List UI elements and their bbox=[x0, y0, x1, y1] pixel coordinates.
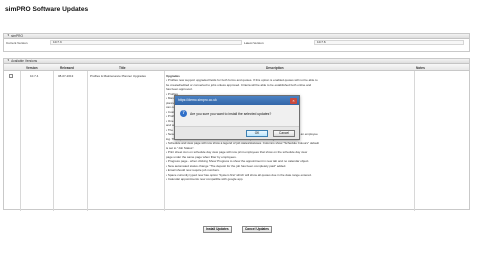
page-title: simPRO Software Updates bbox=[5, 6, 89, 13]
update-released: 08-07-2013 bbox=[58, 74, 74, 78]
available-versions-header-label: Available Versions bbox=[11, 58, 38, 63]
column-header-title[interactable]: Title bbox=[119, 66, 126, 70]
current-version-label: Current Version bbox=[6, 40, 28, 45]
dialog-title-bar[interactable]: https://demo.simpro.co.uk × bbox=[175, 96, 299, 105]
dialog-message: Are you sure you want to install the sel… bbox=[190, 111, 272, 116]
table-row: 10.7.4 08-07-2013 Profiles & Maintenance… bbox=[4, 71, 469, 211]
latest-version-field: 10.7.6 bbox=[314, 39, 464, 45]
update-title: Profiles & Maintenance Planner Upgrades bbox=[90, 74, 146, 78]
update-description-line: • Calendar appointments now compatible w… bbox=[166, 177, 244, 181]
collapse-triangle-icon[interactable]: ▼ bbox=[7, 34, 10, 39]
cancel-updates-button[interactable]: Cancel Updates bbox=[242, 226, 272, 233]
current-version-field: 10.7.3 bbox=[50, 39, 242, 45]
confirm-dialog: https://demo.simpro.co.uk × ? Are you su… bbox=[174, 95, 300, 140]
version-info-header-label: simPRO bbox=[11, 33, 23, 38]
column-header-notes[interactable]: Notes bbox=[416, 66, 425, 70]
version-info-panel: ▼ simPRO Current Version 10.7.3 Latest V… bbox=[3, 33, 470, 52]
dialog-title: https://demo.simpro.co.uk bbox=[178, 98, 217, 102]
column-header-version[interactable]: Version bbox=[26, 66, 38, 70]
dialog-ok-button[interactable]: OK bbox=[246, 130, 268, 137]
column-header-description[interactable]: Description bbox=[266, 66, 284, 70]
table-header-row: Version Released Title Description Notes bbox=[4, 64, 469, 71]
install-updates-button[interactable]: Install Updates bbox=[203, 226, 232, 233]
update-select-checkbox[interactable] bbox=[9, 74, 13, 78]
collapse-triangle-icon[interactable]: ▼ bbox=[7, 59, 10, 64]
question-icon: ? bbox=[180, 110, 187, 117]
dialog-footer: OK Cancel bbox=[175, 126, 299, 139]
column-header-released[interactable]: Released bbox=[60, 66, 74, 70]
close-icon[interactable]: × bbox=[290, 97, 297, 104]
update-version: 10.7.4 bbox=[30, 74, 39, 78]
version-info-row: Current Version 10.7.3 Latest Version 10… bbox=[4, 39, 469, 46]
latest-version-label: Latest Version bbox=[244, 40, 264, 45]
dialog-cancel-button[interactable]: Cancel bbox=[273, 130, 295, 137]
